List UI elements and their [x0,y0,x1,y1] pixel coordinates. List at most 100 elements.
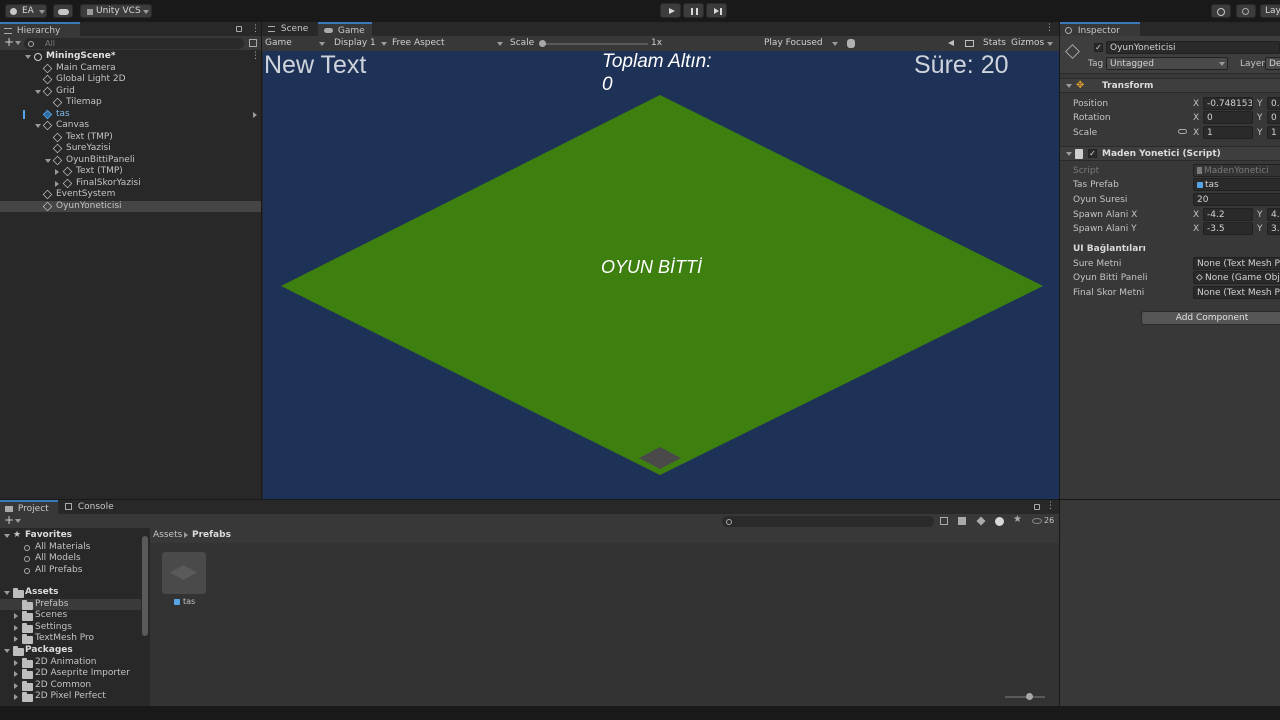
hierarchy-item[interactable]: OyunYoneticisi [0,200,261,212]
tree-scrollbar[interactable] [142,536,148,636]
project-tree-item[interactable]: All Prefabs [0,565,141,577]
hierarchy-search-input[interactable]: All [24,38,244,49]
add-button[interactable]: + [4,514,14,527]
tag-dropdown[interactable]: Untagged [1106,57,1228,70]
gizmos-button[interactable]: Gizmos [1011,38,1044,48]
tab-scene[interactable]: Scene [262,22,318,36]
position-x-field[interactable]: -0.7481535 [1203,97,1253,110]
account-dropdown[interactable]: EA [5,4,47,18]
position-y-field[interactable]: 0.2 [1267,97,1280,110]
chevron-down-icon[interactable] [35,89,41,94]
project-tree-item[interactable]: Scenes [0,610,141,622]
chevron-down-icon[interactable] [35,124,41,128]
scene-row[interactable]: MiningScene* ⋮ [0,51,261,63]
script-header[interactable]: ✓ Maden Yonetici (Script) [1060,146,1280,161]
hierarchy-item[interactable]: FinalSkorYazisi [0,178,261,190]
cloud-button[interactable] [53,4,73,18]
hierarchy-item[interactable]: Grid [0,86,261,98]
project-tree-item[interactable]: Settings [0,622,141,634]
hierarchy-item[interactable]: Global Light 2D [0,74,261,86]
chevron-right-icon[interactable] [14,613,18,619]
tab-console[interactable]: Console [60,500,120,514]
hierarchy-item[interactable]: Main Camera [0,63,261,75]
assets-row[interactable]: Assets [0,587,150,599]
link-icon[interactable] [1178,129,1187,134]
project-tree-item[interactable]: All Materials [0,542,141,554]
history-button[interactable] [1211,4,1231,18]
spawn-x-min-field[interactable]: -4.2 [1203,208,1253,221]
chevron-right-icon[interactable] [55,169,59,175]
chevron-right-icon[interactable] [14,659,18,666]
aspect-dropdown[interactable]: Free Aspect [392,36,504,51]
lock-icon[interactable] [1034,504,1040,510]
stats-button[interactable]: Stats [983,38,1006,48]
active-checkbox[interactable]: ✓ [1094,43,1103,52]
more-icon[interactable]: ⋮ [251,25,260,34]
search-button[interactable] [1236,4,1256,18]
warning-icon[interactable] [995,517,1004,526]
chevron-down-icon[interactable] [1047,42,1053,46]
more-icon[interactable]: ⋮ [1046,501,1055,511]
layer-dropdown[interactable]: De [1265,57,1280,70]
hierarchy-item[interactable]: Text (TMP) [0,166,261,178]
search-by-type-icon[interactable] [940,517,948,525]
zoom-slider-handle[interactable] [1026,693,1033,700]
hierarchy-item[interactable]: OyunBittiPaneli [0,155,261,167]
transform-header[interactable]: ✥ Transform [1060,78,1280,93]
script-enabled-checkbox[interactable]: ✓ [1088,149,1097,158]
favorites-row[interactable]: ★ Favorites [0,530,150,542]
vcs-dropdown[interactable]: Unity VCS [80,4,152,18]
project-tree-item[interactable]: 2D Aseprite Importer [0,668,141,680]
add-button[interactable]: + [4,36,14,49]
chevron-right-icon[interactable] [55,180,59,187]
breadcrumb-prefabs[interactable]: Prefabs [192,530,231,540]
zoom-slider[interactable] [1005,693,1045,700]
spawn-x-max-field[interactable]: 4. [1267,208,1280,221]
pause-button[interactable] [683,3,704,18]
scale-y-field[interactable]: 1 [1267,126,1280,139]
packages-row[interactable]: Packages [0,645,150,657]
project-tree-item[interactable]: Prefabs [0,598,141,610]
final-skor-metni-field[interactable]: None (Text Mesh Pro [1193,286,1280,299]
asset-tile-tas[interactable]: tas [162,552,206,612]
hierarchy-item[interactable]: Canvas [0,120,261,132]
tab-hierarchy[interactable]: Hierarchy [0,22,80,36]
hidden-packages-icon[interactable] [1032,518,1042,524]
game-mode-dropdown[interactable]: Game [265,36,329,51]
step-button[interactable] [706,3,727,18]
rotation-y-field[interactable]: 0 [1267,111,1280,124]
project-tree-item[interactable]: All Models [0,553,141,565]
scale-slider[interactable] [539,40,648,47]
play-button[interactable] [660,3,681,18]
project-tree-item[interactable]: TextMesh Pro [0,633,141,645]
tab-inspector[interactable]: Inspector [1060,22,1140,36]
project-search-input[interactable] [722,516,934,527]
project-tree-item[interactable]: 2D Pixel Perfect [0,691,141,703]
chevron-right-icon[interactable] [14,624,18,631]
object-name-field[interactable]: OyunYoneticisi [1106,41,1280,54]
chevron-right-icon[interactable] [14,671,18,677]
project-tree-item[interactable]: 2D Animation [0,657,141,669]
hierarchy-item[interactable]: Tilemap [0,97,261,109]
oyun-bitti-paneli-field[interactable]: None (Game Objec [1193,271,1280,284]
display-dropdown[interactable]: Display 1 [334,36,390,51]
hierarchy-item[interactable]: EventSystem [0,189,261,201]
sure-metni-field[interactable]: None (Text Mesh Pro [1193,257,1280,270]
tab-game[interactable]: Game [318,22,372,36]
spawn-y-max-field[interactable]: 3. [1267,222,1280,235]
project-tree-item[interactable]: 2D Common [0,680,141,692]
scene-visibility-icon[interactable] [249,39,257,47]
filter-icon[interactable] [958,517,966,525]
chevron-right-icon[interactable] [14,682,18,689]
audio-icon[interactable] [948,40,954,46]
play-focused-dropdown[interactable]: Play Focused [764,36,840,51]
chevron-down-icon[interactable] [45,158,51,163]
spawn-y-min-field[interactable]: -3.5 [1203,222,1253,235]
add-component-button[interactable]: Add Component [1141,311,1280,325]
tab-project[interactable]: Project [0,500,58,514]
lock-icon[interactable] [236,26,242,32]
tas-prefab-field[interactable]: tas [1193,178,1280,191]
rotation-x-field[interactable]: 0 [1203,111,1253,124]
scale-slider-handle[interactable] [539,40,546,47]
more-icon[interactable]: ⋮ [251,51,260,63]
